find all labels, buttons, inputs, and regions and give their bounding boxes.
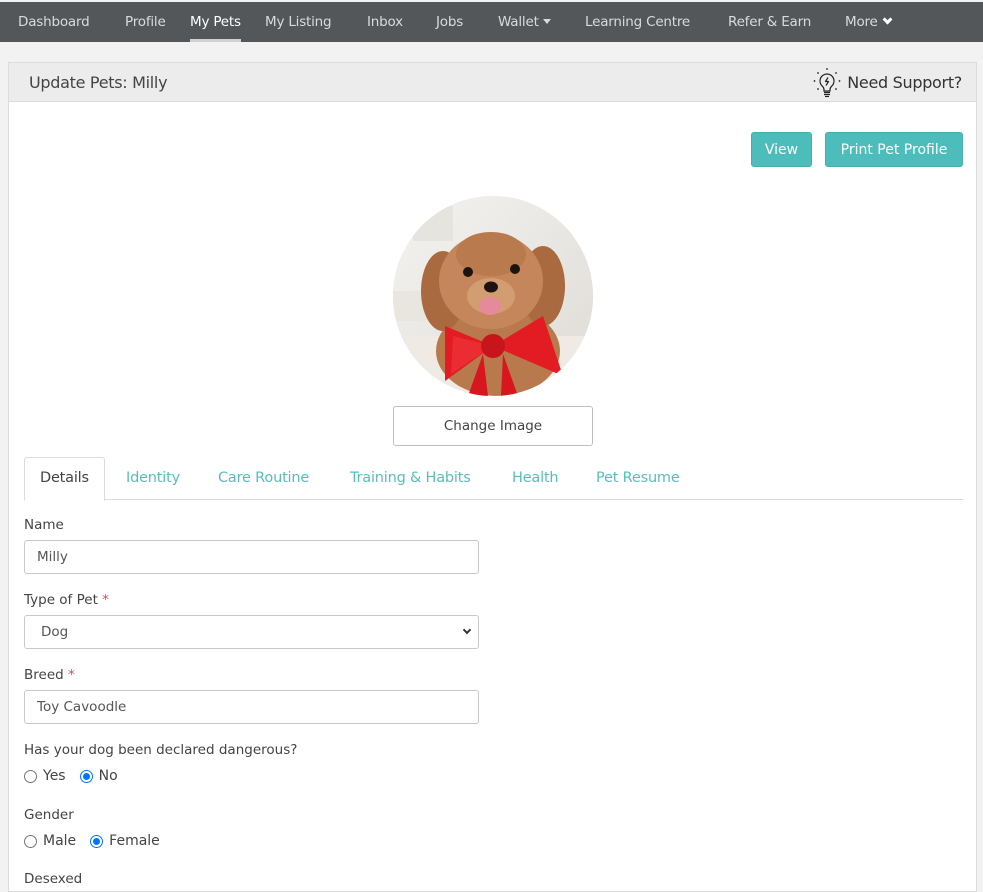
required-mark: * <box>68 667 75 683</box>
tab-health[interactable]: Health <box>512 457 559 500</box>
breed-label: Breed * <box>24 667 75 683</box>
nav-item-inbox[interactable]: Inbox <box>367 2 403 42</box>
type-of-pet-select[interactable]: Dog <box>24 615 479 649</box>
nav-item-wallet[interactable]: Wallet <box>498 2 551 42</box>
tab-pet-resume[interactable]: Pet Resume <box>596 457 680 500</box>
nav-item-learning-centre[interactable]: Learning Centre <box>585 2 690 42</box>
caret-down-icon <box>542 18 551 24</box>
tab-details[interactable]: Details <box>24 457 105 501</box>
gender-radio-group: Male Female <box>24 833 174 849</box>
tab-care-routine[interactable]: Care Routine <box>218 457 309 500</box>
need-support-link[interactable]: Need Support? <box>811 63 962 102</box>
view-button[interactable]: View <box>751 132 812 167</box>
type-of-pet-value: Dog <box>41 624 69 640</box>
breed-label-text: Breed <box>24 667 64 683</box>
type-of-pet-label-text: Type of Pet <box>24 592 98 608</box>
breed-input[interactable]: Toy Cavoodle <box>24 690 479 724</box>
dangerous-yes-label[interactable]: Yes <box>43 768 66 784</box>
desexed-label: Desexed <box>24 871 83 887</box>
update-pet-card: Update Pets: Milly Need Support? View Pr… <box>8 62 977 892</box>
required-mark: * <box>102 592 109 608</box>
nav-item-more[interactable]: More <box>845 2 893 42</box>
nav-item-my-pets[interactable]: My Pets <box>190 2 241 42</box>
gender-female-radio[interactable] <box>90 834 104 848</box>
nav-item-refer-earn[interactable]: Refer & Earn <box>728 2 811 42</box>
pet-avatar <box>393 196 593 396</box>
lightbulb-icon <box>813 67 841 97</box>
gender-male-label[interactable]: Male <box>43 833 76 849</box>
chevron-down-icon <box>882 14 893 25</box>
pet-photo <box>393 196 593 396</box>
type-of-pet-label: Type of Pet * <box>24 592 109 608</box>
name-input[interactable]: Milly <box>24 540 479 574</box>
gender-female-label[interactable]: Female <box>109 833 160 849</box>
card-header: Update Pets: Milly Need Support? <box>9 63 976 102</box>
nav-item-my-listing[interactable]: My Listing <box>265 2 332 42</box>
gender-label: Gender <box>24 807 74 823</box>
print-pet-profile-button[interactable]: Print Pet Profile <box>825 132 963 167</box>
nav-item-jobs[interactable]: Jobs <box>436 2 463 42</box>
dangerous-radio-group: Yes No <box>24 768 132 784</box>
page-title: Update Pets: Milly <box>29 73 168 92</box>
nav-item-more-label: More <box>845 14 878 30</box>
tab-training-habits[interactable]: Training & Habits <box>350 457 471 500</box>
gender-male-radio[interactable] <box>24 834 37 848</box>
nav-item-dashboard[interactable]: Dashboard <box>18 2 90 42</box>
dangerous-label: Has your dog been declared dangerous? <box>24 742 298 758</box>
nav-item-wallet-label: Wallet <box>498 14 539 30</box>
nav-item-profile[interactable]: Profile <box>125 2 166 42</box>
top-nav: Dashboard Profile My Pets My Listing Inb… <box>0 2 983 42</box>
need-support-label: Need Support? <box>847 73 962 92</box>
pet-tabs: Details Identity Care Routine Training &… <box>24 457 963 501</box>
dangerous-yes-radio[interactable] <box>24 769 37 783</box>
change-image-button[interactable]: Change Image <box>393 406 593 446</box>
name-label: Name <box>24 517 64 533</box>
dangerous-no-radio[interactable] <box>79 769 93 783</box>
tab-identity[interactable]: Identity <box>126 457 180 500</box>
chevron-down-icon <box>462 625 472 635</box>
dangerous-no-label[interactable]: No <box>99 768 118 784</box>
